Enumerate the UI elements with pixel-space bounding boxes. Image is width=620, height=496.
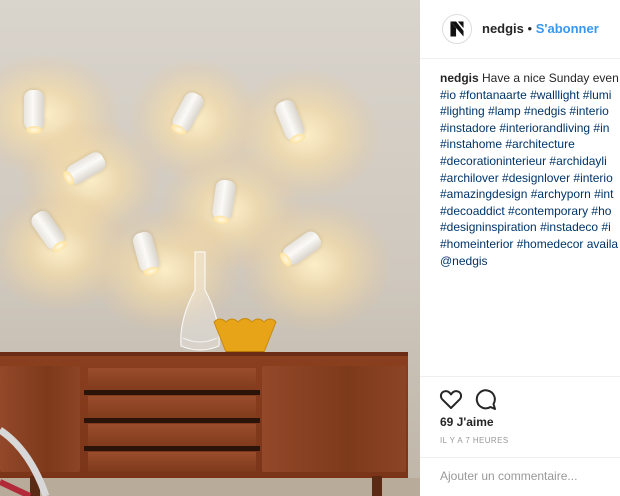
caption-line[interactable]: @nedgis [440, 253, 620, 270]
username-link[interactable]: nedgis [482, 21, 524, 36]
comment-input[interactable] [440, 469, 618, 483]
caption-line[interactable]: #instadore #interiorandliving #in [440, 120, 620, 137]
caption-line[interactable]: #decorationinterieur #archidayli [440, 153, 620, 170]
sideboard-drawer [88, 424, 256, 448]
caption-line[interactable]: #homeinterior #homedecor availa [440, 236, 620, 253]
nedgis-logo-icon[interactable] [442, 14, 472, 44]
drawer-gap [84, 390, 260, 395]
caption-line[interactable]: #amazingdesign #archyporn #int [440, 186, 620, 203]
follow-button[interactable]: S'abonner [536, 21, 599, 36]
caption-text: Have a nice Sunday even [482, 71, 619, 85]
amber-bowl [213, 318, 277, 353]
caption-line[interactable]: #archilover #designlover #interio [440, 170, 620, 187]
likes-count[interactable]: 69 J'aime [440, 415, 494, 429]
sideboard [0, 352, 408, 482]
post-image[interactable] [0, 0, 420, 496]
drawer-gap [84, 446, 260, 451]
separator: • [527, 21, 533, 36]
drawer-gap [84, 418, 260, 423]
sideboard-drawer [88, 368, 256, 392]
sideboard-drawer [88, 396, 256, 420]
caption-line[interactable]: #lighting #lamp #nedgis #interio [440, 103, 620, 120]
timestamp[interactable]: IL Y A 7 HEURES [440, 436, 509, 445]
post-header: nedgis • S'abonner [420, 0, 620, 59]
post-actions: 69 J'aime IL Y A 7 HEURES [420, 376, 620, 496]
sideboard-door-right [262, 366, 406, 472]
comment-box [420, 457, 620, 496]
caption: nedgis Have a nice Sunday even #io #font… [440, 70, 620, 269]
light-glow [240, 200, 390, 330]
caption-line: nedgis Have a nice Sunday even [440, 70, 620, 87]
caption-line[interactable]: #designinspiration #instadeco #i [440, 219, 620, 236]
speech-bubble-icon[interactable] [473, 387, 497, 411]
header-text: nedgis • S'abonner [482, 21, 599, 36]
floor [0, 478, 420, 496]
sideboard-leg [372, 476, 382, 496]
caption-line[interactable]: #instahome #architecture [440, 136, 620, 153]
heart-icon[interactable] [439, 387, 463, 411]
wall-lamp [24, 90, 44, 134]
caption-line[interactable]: #io #fontanaarte #walllight #lumi [440, 87, 620, 104]
caption-line[interactable]: #decoaddict #contemporary #ho [440, 203, 620, 220]
sideboard-drawer [88, 452, 256, 472]
post-sidebar: nedgis • S'abonner nedgis Have a nice Su… [420, 0, 620, 496]
caption-username[interactable]: nedgis [440, 71, 479, 85]
chair [0, 427, 50, 496]
